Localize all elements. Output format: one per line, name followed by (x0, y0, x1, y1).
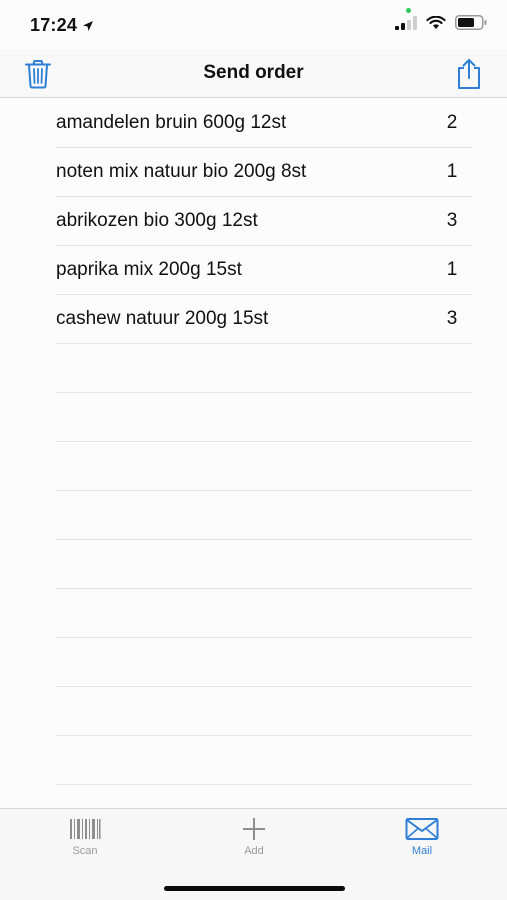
status-bar: 17:24 (0, 0, 507, 50)
item-name: noten mix natuur bio 200g 8st (56, 161, 307, 182)
item-name: amandelen bruin 600g 12st (56, 112, 287, 133)
list-item[interactable]: amandelen bruin 600g 12st 2 (56, 99, 473, 148)
item-quantity: 2 (446, 112, 458, 133)
empty-row (56, 687, 473, 736)
item-quantity: 3 (446, 308, 458, 329)
list-item[interactable]: noten mix natuur bio 200g 8st 1 (56, 148, 473, 197)
empty-row (56, 589, 473, 638)
list-item[interactable]: cashew natuur 200g 15st 3 (56, 295, 473, 344)
tab-label: Scan (72, 845, 98, 857)
empty-row (56, 638, 473, 687)
item-name: cashew natuur 200g 15st (56, 308, 269, 329)
item-quantity: 1 (446, 161, 458, 182)
barcode-icon (70, 819, 101, 839)
privacy-indicator-dot (406, 8, 411, 13)
battery-icon (455, 15, 487, 30)
tab-scan[interactable]: Scan (35, 817, 135, 871)
empty-row (56, 393, 473, 442)
empty-row (56, 540, 473, 589)
list-item[interactable]: abrikozen bio 300g 12st 3 (56, 197, 473, 246)
empty-row (56, 736, 473, 785)
tab-mail[interactable]: Mail (372, 817, 472, 871)
share-order-button[interactable] (453, 58, 485, 90)
status-time: 17:24 (30, 15, 94, 36)
list-item[interactable]: paprika mix 200g 15st 1 (56, 246, 473, 295)
clock: 17:24 (30, 15, 78, 35)
wifi-icon (426, 15, 446, 29)
tab-label: Mail (411, 845, 433, 857)
item-quantity: 3 (446, 210, 458, 231)
item-name: paprika mix 200g 15st (56, 259, 242, 280)
home-indicator[interactable] (164, 886, 345, 891)
item-quantity: 1 (446, 259, 458, 280)
tab-add[interactable]: Add (204, 817, 304, 871)
location-arrow-icon (83, 20, 94, 31)
status-icons (395, 15, 487, 30)
plus-icon (243, 818, 265, 840)
empty-row (56, 344, 473, 393)
empty-row (56, 491, 473, 540)
item-name: abrikozen bio 300g 12st (56, 210, 258, 231)
mail-icon (405, 818, 439, 840)
send-order-screen: 17:24 Send order amandelen bruin 600g 12… (0, 0, 507, 900)
empty-row (56, 442, 473, 491)
share-icon (458, 59, 480, 89)
page-title: Send order (203, 62, 304, 83)
navigation-bar: Send order (0, 50, 507, 98)
tab-label: Add (244, 845, 264, 857)
cellular-signal-icon (395, 15, 417, 30)
order-list: amandelen bruin 600g 12st 2 noten mix na… (56, 99, 473, 785)
